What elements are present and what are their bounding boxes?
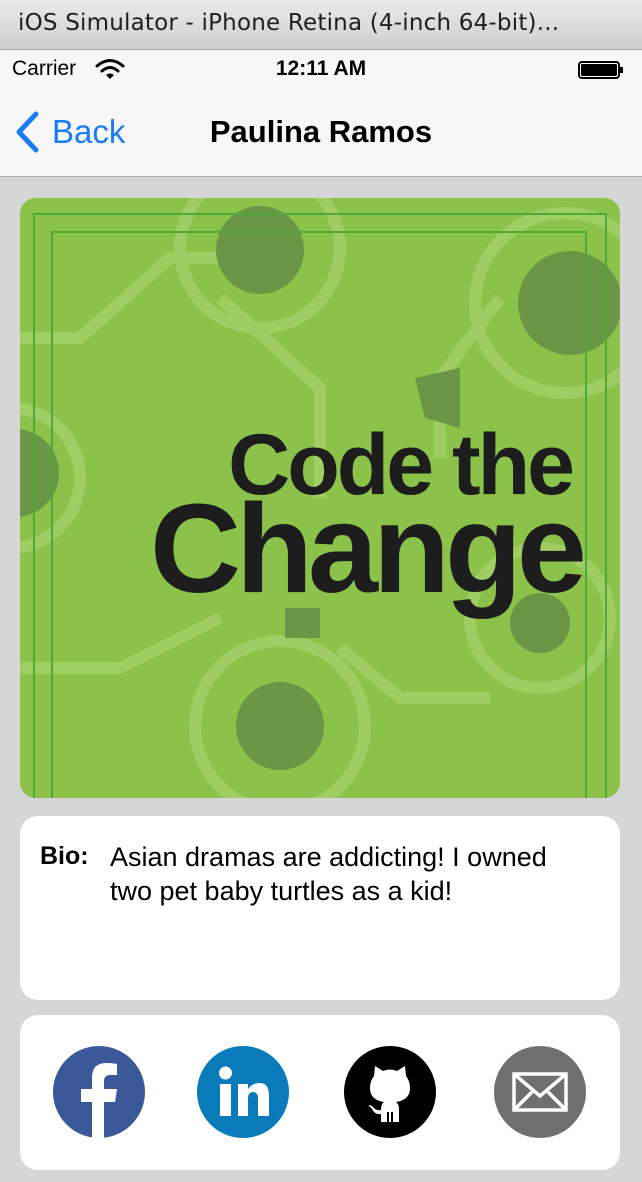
email-icon bbox=[494, 1046, 586, 1138]
email-button[interactable] bbox=[494, 1046, 586, 1138]
simulator-titlebar: iOS Simulator - iPhone Retina (4-inch 64… bbox=[0, 0, 642, 50]
bio-card: Bio: Asian dramas are addicting! I owned… bbox=[20, 816, 620, 1000]
github-icon bbox=[344, 1046, 436, 1138]
github-button[interactable] bbox=[344, 1046, 436, 1138]
facebook-button[interactable] bbox=[53, 1046, 145, 1138]
status-bar: Carrier 12:11 AM bbox=[0, 50, 642, 90]
status-time: 12:11 AM bbox=[275, 57, 367, 80]
navigation-bar: Back Paulina Ramos bbox=[0, 90, 642, 177]
simulator-window-title: iOS Simulator - iPhone Retina (4-inch 64… bbox=[18, 10, 560, 36]
battery-icon bbox=[578, 61, 623, 79]
code-the-change-logo: Code the Change bbox=[20, 198, 620, 798]
page-title: Paulina Ramos bbox=[209, 114, 433, 149]
profile-image: Code the Change bbox=[20, 198, 620, 798]
linkedin-button[interactable] bbox=[197, 1046, 289, 1138]
facebook-icon bbox=[53, 1046, 145, 1138]
linkedin-icon bbox=[197, 1046, 289, 1138]
bio-label: Bio: bbox=[40, 842, 89, 870]
logo-line2: Change bbox=[150, 478, 583, 619]
bio-text: Asian dramas are addicting! I owned two … bbox=[110, 842, 547, 906]
social-links-card bbox=[20, 1015, 620, 1170]
